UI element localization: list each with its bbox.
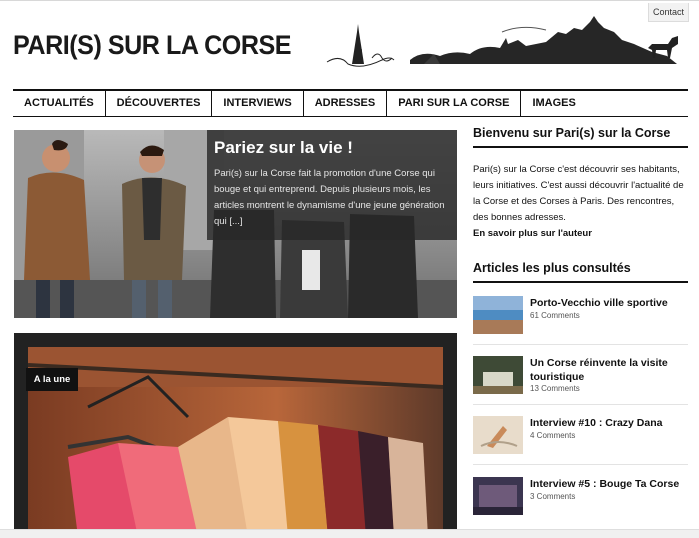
top-border <box>0 0 699 4</box>
post-comments[interactable]: 3 Comments <box>530 492 575 501</box>
nav-pari-sur-la-corse[interactable]: PARI SUR LA CORSE <box>386 91 520 116</box>
post-thumbnail <box>473 356 523 394</box>
separator <box>473 344 688 345</box>
featured-image <box>28 347 443 537</box>
hero-title[interactable]: Pariez sur la vie ! <box>214 138 353 158</box>
post-title[interactable]: Porto-Vecchio ville sportive <box>530 296 688 310</box>
popular-heading: Articles les plus consultés <box>473 261 688 283</box>
nav-decouvertes[interactable]: DÉCOUVERTES <box>104 91 212 116</box>
post-comments[interactable]: 61 Comments <box>530 311 580 320</box>
hero-article[interactable]: Pariez sur la vie ! Pari(s) sur la Corse… <box>14 130 457 318</box>
nav-images[interactable]: IMAGES <box>520 91 586 116</box>
main-nav: ACTUALITÉS DÉCOUVERTES INTERVIEWS ADRESS… <box>13 89 688 117</box>
post-title[interactable]: Interview #5 : Bouge Ta Corse <box>530 477 688 491</box>
post-comments[interactable]: 13 Comments <box>530 384 580 393</box>
separator <box>473 464 688 465</box>
post-thumbnail <box>473 416 523 454</box>
featured-article[interactable] <box>14 333 457 537</box>
post-comments[interactable]: 4 Comments <box>530 431 575 440</box>
welcome-text: Pari(s) sur la Corse c'est découvrir ses… <box>473 164 684 223</box>
post-thumbnail <box>473 477 523 515</box>
separator <box>473 404 688 405</box>
author-link[interactable]: En savoir plus sur l'auteur <box>473 226 688 242</box>
nav-actualites[interactable]: ACTUALITÉS <box>13 91 105 116</box>
nav-adresses[interactable]: ADRESSES <box>302 91 387 116</box>
popular-widget: Articles les plus consultés <box>473 261 688 283</box>
site-logo[interactable]: PARI(S) SUR LA CORSE <box>13 30 292 61</box>
welcome-heading: Bienvenu sur Pari(s) sur la Corse <box>473 126 688 148</box>
post-thumbnail <box>473 296 523 334</box>
featured-badge: A la une <box>26 368 78 391</box>
welcome-widget: Bienvenu sur Pari(s) sur la Corse Pari(s… <box>473 126 688 242</box>
post-title[interactable]: Interview #10 : Crazy Dana <box>530 416 688 430</box>
skyline-illustration <box>326 16 678 67</box>
hero-caption: Pariez sur la vie ! Pari(s) sur la Corse… <box>207 130 457 240</box>
hero-excerpt: Pari(s) sur la Corse fait la promotion d… <box>214 168 445 227</box>
nav-interviews[interactable]: INTERVIEWS <box>211 91 302 116</box>
post-title[interactable]: Un Corse réinvente la visite touristique <box>530 356 688 384</box>
